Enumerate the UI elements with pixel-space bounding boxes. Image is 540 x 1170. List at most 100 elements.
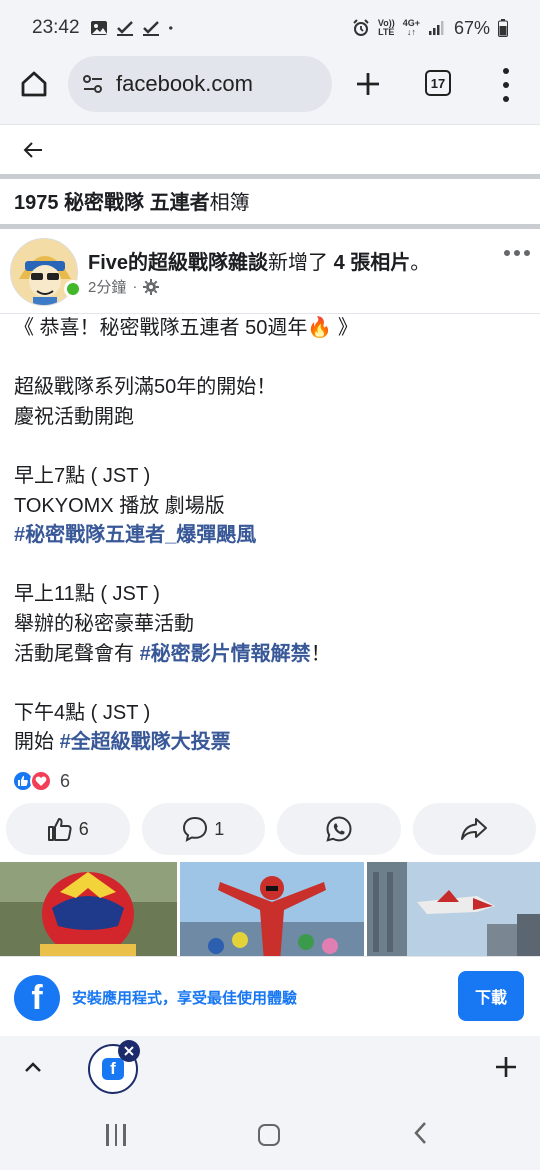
hashtag-link[interactable]: #秘密影片情報解禁	[140, 643, 311, 665]
post-line-prefix: 活動尾聲會有	[14, 642, 140, 665]
back-chevron-icon	[414, 1122, 426, 1144]
photo-strip	[0, 862, 540, 962]
post-line: 超級戰隊系列滿50年的開始！	[14, 376, 277, 399]
photo-red-ranger	[0, 862, 177, 962]
album-photo[interactable]	[0, 862, 177, 962]
hashtag-link[interactable]: #秘密戰隊五連者_爆彈颶風	[14, 524, 256, 546]
notification-icons	[90, 20, 178, 36]
post-line: TOKYOMX 播放 劇場版	[14, 494, 225, 517]
lte-label: LTE	[378, 27, 395, 37]
tab-switcher-button[interactable]: 17	[425, 70, 451, 96]
new-tab-button[interactable]	[350, 64, 386, 104]
love-reaction-icon	[30, 770, 52, 792]
post-line-suffix: ！	[310, 642, 331, 665]
post-line: 開始 #全超級戰隊大投票	[14, 728, 526, 758]
reaction-summary[interactable]: 6	[12, 770, 70, 792]
address-bar[interactable]: facebook.com	[68, 56, 332, 112]
volte-indicator: Vo)) LTE	[378, 19, 395, 37]
meta-separator: ·	[132, 278, 138, 295]
post-action-suffix: 。	[410, 252, 431, 274]
menu-dot-icon	[503, 68, 509, 74]
post-line: 下午4點 ( JST )	[14, 701, 151, 724]
post-line: 早上7點 ( JST )	[14, 464, 151, 487]
like-count: 6	[78, 818, 89, 839]
facebook-tab-icon: f	[102, 1058, 124, 1080]
menu-dot-icon	[503, 82, 509, 88]
gallery-icon	[90, 21, 107, 35]
status-bar: 23:42 Vo)) LTE 4G+ ↓↑ 67%	[0, 0, 540, 56]
hashtag-link[interactable]: #全超級戰隊大投票	[60, 731, 231, 753]
recents-button[interactable]	[106, 1124, 126, 1146]
chevron-up-icon	[25, 1062, 41, 1072]
whatsapp-share-button[interactable]	[277, 803, 401, 855]
back-arrow-icon[interactable]	[22, 139, 44, 161]
browser-bottom-toolbar: f	[0, 1036, 540, 1102]
whatsapp-icon	[326, 816, 352, 842]
download-button[interactable]: 下載	[458, 971, 524, 1021]
network-indicator: 4G+ ↓↑	[402, 18, 420, 37]
photo-count[interactable]: 4 張相片	[334, 252, 411, 274]
back-nav-button[interactable]	[410, 1118, 430, 1156]
url-text: facebook.com	[116, 71, 253, 96]
post-header: Five的超級戰隊雜談新增了 4 張相片。 2分鐘 ·	[0, 232, 540, 312]
post-time[interactable]: 2分鐘	[88, 276, 126, 297]
album-photo[interactable]	[367, 862, 540, 962]
more-notifications-dot-icon	[168, 26, 172, 30]
add-tab-button[interactable]	[494, 1052, 518, 1084]
site-settings-icon	[83, 75, 102, 93]
share-button[interactable]	[412, 803, 536, 855]
plus-icon	[496, 1057, 516, 1077]
post-line: 早上11點 ( JST )	[14, 583, 160, 606]
post-author-line: Five的超級戰隊雜談新增了 4 張相片。	[88, 246, 430, 275]
alarm-icon	[353, 19, 369, 36]
home-button[interactable]	[16, 66, 52, 102]
divider	[0, 224, 540, 229]
post-line: 《 恭喜！秘密戰隊五連者 50週年🔥 》	[14, 317, 358, 339]
post-more-button[interactable]	[504, 250, 530, 256]
more-dot-icon	[514, 250, 520, 256]
status-time: 23:42	[32, 17, 80, 38]
post-line: 舉辦的秘密豪華活動	[14, 612, 194, 635]
system-navigation-bar	[0, 1102, 540, 1170]
signal-icon	[428, 21, 444, 35]
more-dot-icon	[504, 250, 510, 256]
browser-menu-button[interactable]	[496, 68, 516, 102]
menu-dot-icon	[503, 96, 509, 102]
comment-button[interactable]: 1	[141, 803, 265, 855]
comment-icon	[183, 816, 208, 842]
like-icon	[47, 818, 72, 841]
author-name[interactable]: Five的超級戰隊雜談	[88, 252, 268, 274]
plus-icon	[357, 73, 379, 95]
banner-text[interactable]: 安裝應用程式，享受最佳使用體驗	[72, 987, 297, 1008]
browser-toolbar: facebook.com 17	[0, 56, 540, 124]
facebook-logo-icon: f	[14, 975, 60, 1021]
album-title[interactable]: 1975 秘密戰隊 五連者相簿	[14, 186, 250, 215]
post-action-prefix: 新增了	[268, 252, 334, 274]
online-status-dot	[64, 280, 82, 298]
expand-tabs-button[interactable]	[22, 1056, 44, 1084]
reaction-count: 6	[60, 770, 71, 791]
like-button[interactable]: 6	[6, 803, 130, 855]
app-install-banner: f 安裝應用程式，享受最佳使用體驗 下載	[0, 956, 540, 1036]
post-actions: 6 1	[6, 803, 536, 855]
photo-group-pose	[180, 862, 364, 962]
battery-icon	[498, 19, 508, 37]
more-dot-icon	[524, 250, 530, 256]
tab-count: 17	[430, 75, 446, 91]
album-title-suffix: 相簿	[209, 192, 250, 214]
album-photo[interactable]	[180, 862, 364, 962]
public-audience-icon	[143, 278, 160, 295]
download-done-icon-2	[142, 21, 159, 36]
home-icon	[21, 71, 47, 97]
recents-bar-icon	[106, 1124, 109, 1146]
comment-count: 1	[214, 818, 225, 839]
home-nav-button[interactable]	[258, 1124, 280, 1146]
close-tab-button[interactable]	[118, 1040, 140, 1062]
page-nav-row	[0, 124, 540, 174]
post-line: 慶祝活動開跑	[14, 405, 134, 428]
post-line: 活動尾聲會有 #秘密影片情報解禁！	[14, 640, 526, 670]
